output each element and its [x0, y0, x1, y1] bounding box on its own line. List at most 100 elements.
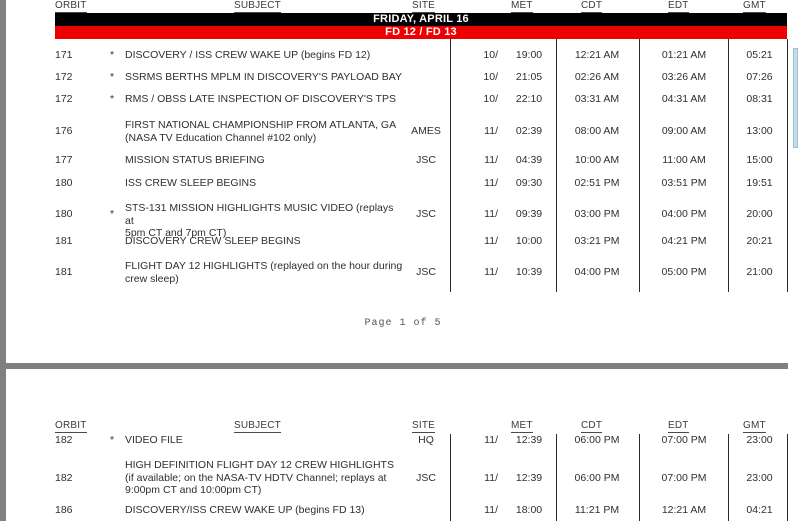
cell-edt: 07:00 PM	[661, 434, 707, 446]
column-header-gmt: GMT	[743, 0, 766, 13]
cell-cdt: 03:00 PM	[574, 208, 620, 220]
cell-orbit: 176	[55, 125, 73, 137]
cell-met-day: 10/	[483, 93, 498, 105]
cell-subject: DISCOVERY CREW SLEEP BEGINS	[125, 235, 301, 247]
cell-subject: SSRMS BERTHS MPLM IN DISCOVERY'S PAYLOAD…	[125, 71, 403, 83]
cell-gmt: 20:21	[746, 235, 773, 247]
cell-met-day: 11/	[484, 504, 498, 516]
page-number-label: Page 1 of 5	[364, 318, 442, 329]
column-header-row-2: ORBIT SUBJECT SITE MET CDT EDT GMT	[6, 420, 800, 434]
column-header-cdt: CDT	[581, 0, 603, 13]
cell-cdt: 12:21 AM	[574, 49, 620, 61]
vertical-scrollbar[interactable]	[788, 0, 800, 521]
cell-edt: 01:21 AM	[661, 49, 707, 61]
cell-edt: 04:00 PM	[661, 208, 707, 220]
cell-gmt: 20:00	[746, 208, 773, 220]
cell-met-time: 02:39	[515, 125, 543, 137]
cell-met-time: 18:00	[515, 504, 543, 516]
cell-met-time: 10:00	[515, 235, 543, 247]
cell-met-time: 04:39	[515, 154, 543, 166]
column-header-subject: SUBJECT	[234, 0, 281, 13]
cell-orbit: 186	[55, 504, 73, 516]
cell-site: JSC	[416, 208, 436, 220]
column-header-subject-2: SUBJECT	[234, 420, 281, 433]
cell-met-day: 11/	[484, 472, 498, 484]
cell-site: AMES	[411, 125, 441, 137]
cell-site: HQ	[418, 434, 434, 446]
column-header-site: SITE	[412, 0, 436, 13]
vertical-scrollbar-thumb[interactable]	[793, 48, 798, 148]
cell-met-time: 22:10	[515, 93, 543, 105]
column-header-edt-2: EDT	[668, 420, 689, 433]
cell-met-day: 11/	[484, 177, 498, 189]
cell-subject: STS-131 MISSION HIGHLIGHTS MUSIC VIDEO (…	[125, 202, 394, 239]
pdf-viewer[interactable]: ORBIT SUBJECT SITE MET CDT EDT GMT FRIDA…	[0, 0, 800, 521]
cell-edt: 05:00 PM	[661, 266, 707, 278]
cell-met-day: 11/	[484, 125, 498, 137]
cell-cdt: 11:21 PM	[574, 504, 620, 516]
cell-subject: MISSION STATUS BRIEFING	[125, 154, 265, 166]
cell-cdt: 10:00 AM	[574, 154, 620, 166]
page-1-sheet: ORBIT SUBJECT SITE MET CDT EDT GMT FRIDA…	[6, 0, 800, 363]
cell-met-day: 11/	[484, 208, 498, 220]
schedule-table-page-1: ORBIT SUBJECT SITE MET CDT EDT GMT FRIDA…	[6, 0, 800, 329]
cell-met-day: 10/	[483, 71, 498, 83]
cell-subject: VIDEO FILE	[125, 434, 183, 446]
schedule-table-page-2: ORBIT SUBJECT SITE MET CDT EDT GMT 182 * V…	[6, 369, 800, 521]
banner-date: FRIDAY, APRIL 16	[55, 13, 787, 26]
cell-orbit: 181	[55, 266, 73, 278]
cell-cdt: 06:00 PM	[574, 472, 620, 484]
cell-subject: DISCOVERY / ISS CREW WAKE UP (begins FD …	[125, 49, 371, 61]
cell-edt: 09:00 AM	[661, 125, 707, 137]
cell-met-day: 11/	[484, 154, 498, 166]
cell-gmt: 05:21	[746, 49, 773, 61]
cell-cdt: 08:00 AM	[574, 125, 620, 137]
cell-met-time: 12:39	[515, 434, 543, 446]
cell-cdt: 06:00 PM	[574, 434, 620, 446]
cell-met-day: 11/	[484, 235, 498, 247]
cell-subject: HIGH DEFINITION FLIGHT DAY 12 CREW HIGHL…	[125, 459, 394, 496]
column-header-orbit-2: ORBIT	[55, 420, 87, 433]
banner-flight-day: FD 12 / FD 13	[55, 26, 787, 39]
column-header-row: ORBIT SUBJECT SITE MET CDT EDT GMT	[6, 0, 800, 14]
cell-edt: 03:26 AM	[661, 71, 707, 83]
column-header-met-2: MET	[511, 420, 533, 433]
cell-edt: 12:21 AM	[661, 504, 707, 516]
cell-gmt: 23:00	[746, 434, 773, 446]
viewer-left-gutter	[0, 0, 6, 521]
cell-cdt: 03:21 PM	[574, 235, 620, 247]
column-divider-3	[639, 39, 640, 292]
cell-cdt: 04:00 PM	[574, 266, 620, 278]
column-header-site-2: SITE	[412, 420, 436, 433]
cell-star-mark: *	[109, 49, 115, 61]
cell-gmt: 07:26	[746, 71, 773, 83]
cell-edt: 03:51 PM	[661, 177, 707, 189]
cell-subject: FLIGHT DAY 12 HIGHLIGHTS (replayed on th…	[125, 260, 403, 285]
column-divider-1	[450, 39, 451, 292]
cell-cdt: 02:51 PM	[574, 177, 620, 189]
cell-orbit: 181	[55, 235, 73, 247]
cell-edt: 04:21 PM	[661, 235, 707, 247]
cell-subject: FIRST NATIONAL CHAMPIONSHIP FROM ATLANTA…	[125, 119, 397, 144]
cell-orbit: 172	[55, 71, 73, 83]
cell-met-day: 11/	[484, 266, 498, 278]
cell-subject: RMS / OBSS LATE INSPECTION OF DISCOVERY'…	[125, 93, 396, 105]
column-header-cdt-2: CDT	[581, 420, 603, 433]
cell-site: JSC	[416, 266, 436, 278]
column-divider-1-p2	[450, 434, 451, 521]
cell-orbit: 177	[55, 154, 73, 166]
cell-gmt: 08:31	[746, 93, 773, 105]
schedule-rows-page-1: 171 * DISCOVERY / ISS CREW WAKE UP (begins…	[6, 39, 800, 292]
cell-orbit: 182	[55, 472, 73, 484]
cell-star-mark: *	[109, 434, 115, 446]
cell-cdt: 02:26 AM	[574, 71, 620, 83]
cell-edt: 11:00 AM	[662, 154, 706, 166]
cell-edt: 07:00 PM	[661, 472, 707, 484]
cell-subject: DISCOVERY/ISS CREW WAKE UP (begins FD 13…	[125, 504, 365, 516]
cell-edt: 04:31 AM	[661, 93, 707, 105]
column-divider-2	[556, 39, 557, 292]
cell-met-time: 21:05	[515, 71, 543, 83]
cell-met-day: 11/	[484, 434, 498, 446]
column-header-met: MET	[511, 0, 533, 13]
cell-gmt: 04:21	[746, 504, 773, 516]
